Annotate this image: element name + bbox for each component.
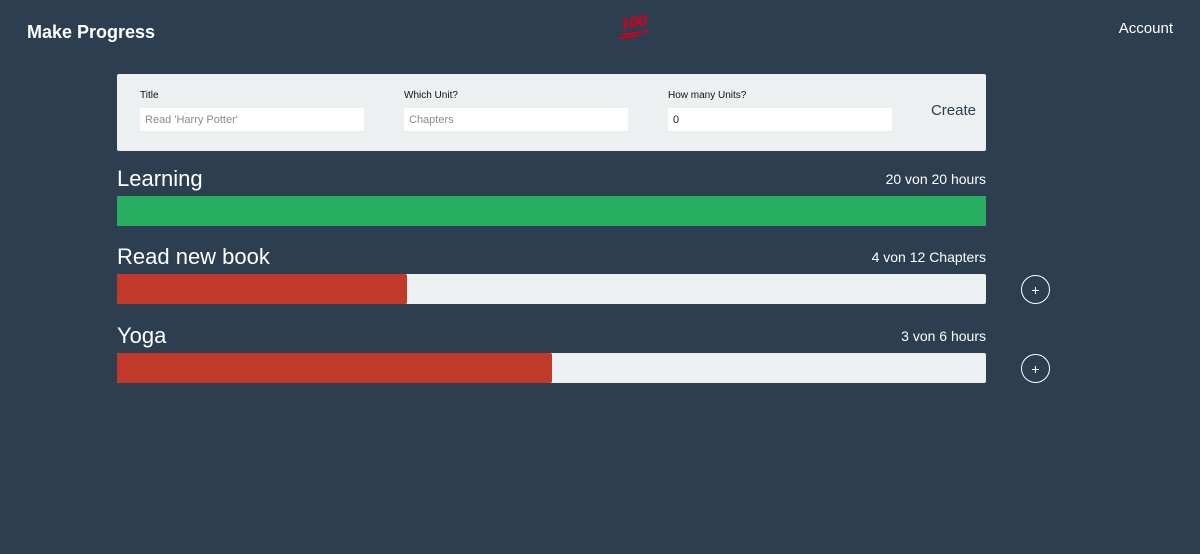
goal-item: Learning 20 von 20 hours — [117, 166, 986, 226]
count-input[interactable] — [668, 108, 892, 131]
progress-track — [117, 196, 986, 226]
unit-input[interactable] — [404, 108, 628, 131]
progress-track — [117, 274, 986, 304]
count-label: How many Units? — [668, 90, 747, 101]
add-progress-button[interactable]: + — [1021, 275, 1050, 304]
progress-fill — [117, 274, 407, 304]
progress-fill — [117, 353, 552, 383]
goal-item: Yoga 3 von 6 hours — [117, 323, 986, 383]
goal-item: Read new book 4 von 12 Chapters — [117, 244, 986, 304]
title-input[interactable] — [140, 108, 364, 131]
goal-progress-text: 3 von 6 hours — [901, 328, 986, 344]
title-label: Title — [140, 90, 159, 101]
title-field-group: Title — [140, 90, 364, 131]
progress-track — [117, 353, 986, 383]
new-goal-form: Title Which Unit? How many Units? Create — [117, 74, 986, 151]
top-bar: Make Progress 100 Account — [0, 0, 1200, 64]
brand-title[interactable]: Make Progress — [27, 22, 155, 43]
count-field-group: How many Units? — [668, 90, 892, 131]
account-link[interactable]: Account — [1119, 20, 1173, 37]
goal-progress-text: 4 von 12 Chapters — [871, 249, 986, 265]
create-button[interactable]: Create — [931, 102, 976, 119]
add-progress-button[interactable]: + — [1021, 354, 1050, 383]
goal-title: Learning — [117, 166, 203, 191]
unit-label: Which Unit? — [404, 90, 458, 101]
goal-progress-text: 20 von 20 hours — [885, 171, 986, 187]
hundred-points-icon: 100 — [618, 13, 649, 40]
progress-fill — [117, 196, 986, 226]
goal-title: Yoga — [117, 323, 167, 348]
unit-field-group: Which Unit? — [404, 90, 628, 131]
goal-title: Read new book — [117, 244, 270, 269]
